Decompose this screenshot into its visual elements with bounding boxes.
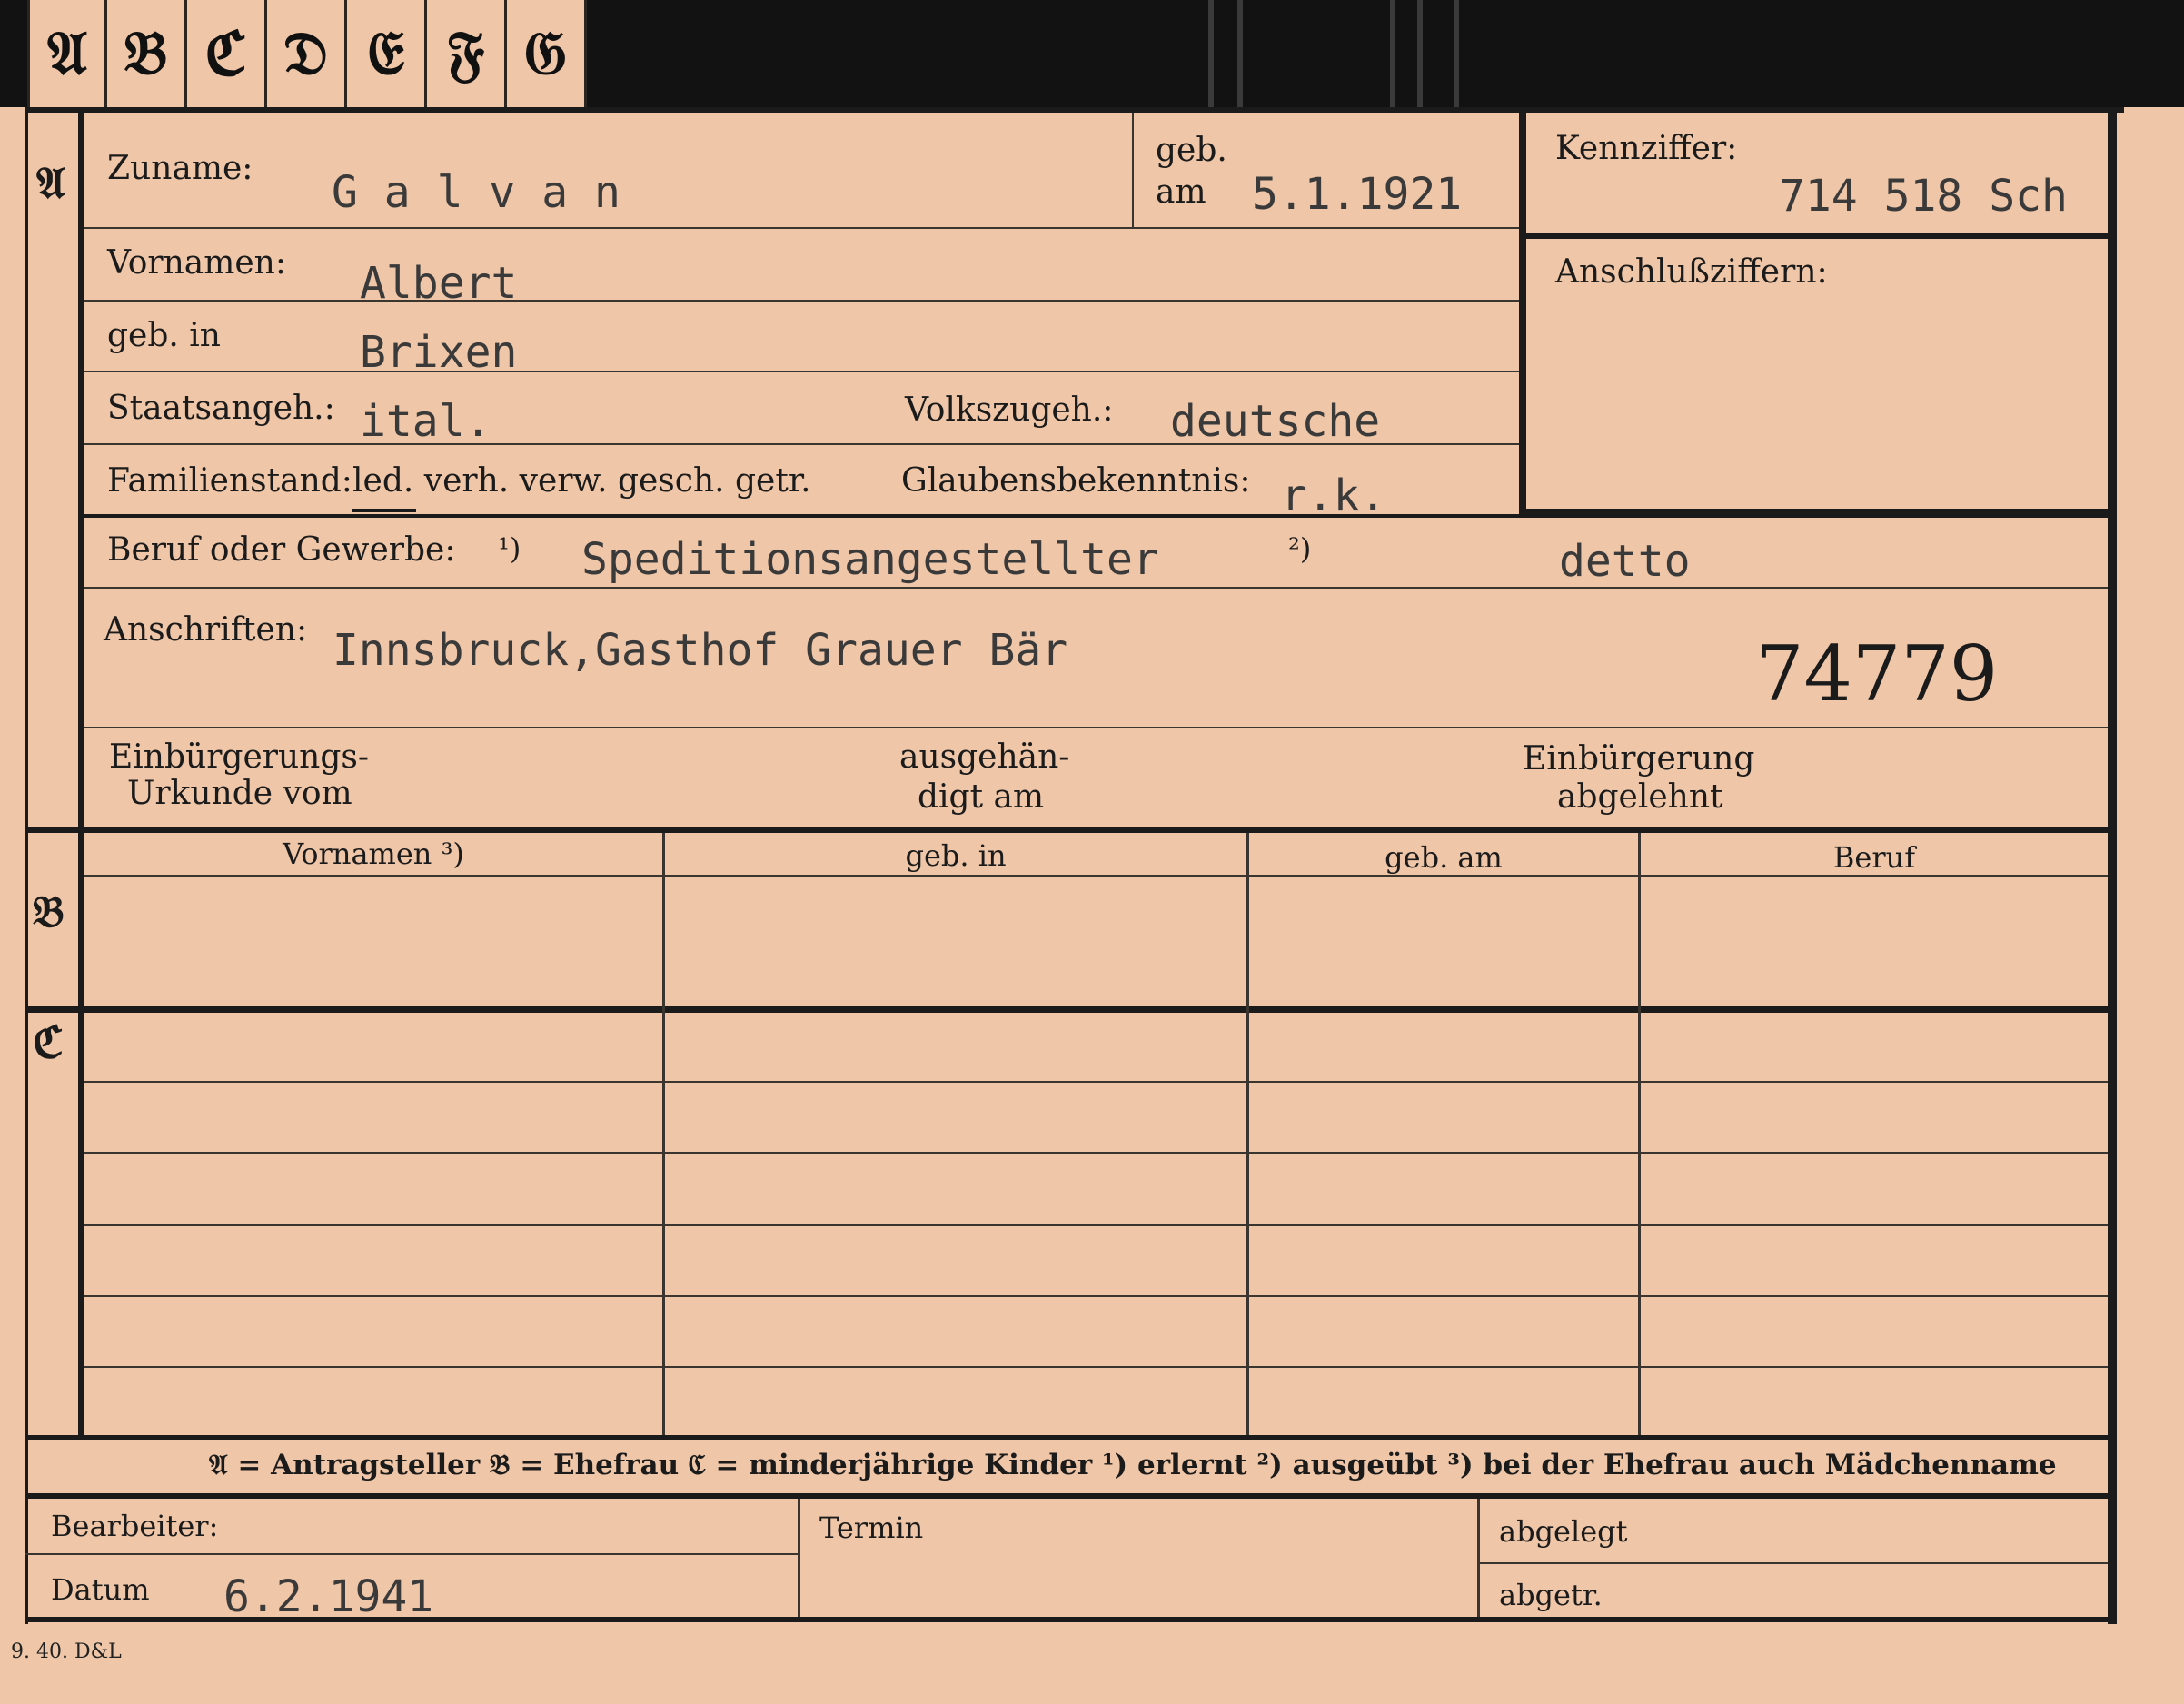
- ethnicity-value: deutsche: [1170, 396, 1381, 447]
- frame-top: [25, 107, 2124, 113]
- first-name-value: Albert: [360, 258, 518, 309]
- table-header-birthdate: geb. am: [1385, 840, 1503, 875]
- rejected-label-2: abgelehnt: [1557, 778, 1723, 816]
- birthplace-label: geb. in: [107, 317, 221, 354]
- tab-g[interactable]: 𝔊: [507, 0, 587, 107]
- naturalization-label-1: Einbürgerungs-: [109, 738, 370, 776]
- address-value: Innsbruck,Gasthof Grauer Bär: [333, 625, 1068, 676]
- frame-left: [25, 107, 28, 1624]
- tab-b[interactable]: 𝔅: [107, 0, 187, 107]
- tab-f[interactable]: 𝔉: [427, 0, 507, 107]
- address-label: Anschriften:: [104, 611, 308, 649]
- section-a-label: 𝔄: [36, 158, 65, 209]
- index-tabs: 𝔄 𝔅 ℭ 𝔇 𝔈 𝔉 𝔊: [27, 0, 587, 107]
- family-status-label: Familienstand:: [107, 462, 352, 500]
- birthplace-value: Brixen: [360, 327, 518, 378]
- date-value: 6.2.1941: [223, 1571, 434, 1622]
- profession-value-2: detto: [1559, 536, 1691, 587]
- born-label-2: am: [1156, 173, 1206, 211]
- frame-right: [2108, 107, 2117, 1624]
- id-box-border: [1519, 113, 1526, 518]
- rejected-label-1: Einbürgerung: [1523, 740, 1755, 778]
- id-value: 714 518 Sch: [1779, 171, 2068, 222]
- tab-a[interactable]: 𝔄: [27, 0, 107, 107]
- print-mark: 9. 40. D&L: [11, 1640, 122, 1663]
- tab-d[interactable]: 𝔇: [267, 0, 347, 107]
- filed-label: abgelegt: [1499, 1514, 1628, 1549]
- id-label: Kennziffer:: [1555, 130, 1738, 167]
- deadline-label: Termin: [819, 1511, 924, 1545]
- record-card: 𝔄 𝔅 ℭ 𝔇 𝔈 𝔉 𝔊 𝔄 Zuname: G a l v a n geb.…: [0, 0, 2184, 1704]
- tab-c[interactable]: ℭ: [187, 0, 267, 107]
- legend: 𝔄 = Antragsteller 𝔅 = Ehefrau ℭ = minder…: [209, 1449, 2057, 1481]
- family-status-options: led. verh. verw. gesch. getr.: [352, 462, 811, 500]
- religion-label: Glaubensbekenntnis:: [901, 462, 1251, 500]
- naturalization-label-2: Urkunde vom: [127, 775, 352, 812]
- citizenship-value: ital.: [360, 396, 491, 447]
- handed-label-1: ausgehän-: [899, 738, 1070, 776]
- handed-label-2: digt am: [918, 778, 1045, 816]
- profession-label: Beruf oder Gewerbe:: [107, 531, 456, 569]
- section-b-label: 𝔅: [33, 887, 65, 937]
- citizenship-label: Staatsangeh.:: [107, 390, 335, 427]
- profession-value: Speditionsangestellter: [581, 534, 1159, 585]
- surname-value: G a l v a n: [332, 167, 620, 218]
- ethnicity-label: Volkszugeh.:: [905, 391, 1114, 429]
- profession-note-1: ¹): [498, 531, 521, 566]
- profession-note-2: ²): [1288, 531, 1312, 566]
- surname-label: Zuname:: [107, 150, 253, 187]
- table-header-birthplace: geb. in: [905, 838, 1007, 873]
- born-value: 5.1.1921: [1252, 169, 1463, 220]
- section-c-label: ℭ: [33, 1017, 64, 1068]
- date-label: Datum: [51, 1572, 150, 1607]
- table-header-profession: Beruf: [1832, 840, 1916, 875]
- stamp-number: 74779: [1755, 629, 1999, 718]
- link-label: Anschlußziffern:: [1555, 253, 1828, 291]
- clerk-label: Bearbeiter:: [51, 1509, 219, 1543]
- table-header-first-names: Vornamen ³): [283, 837, 464, 871]
- religion-value: r.k.: [1281, 471, 1386, 521]
- first-name-label: Vornamen:: [107, 244, 286, 282]
- separated-label: abgetr.: [1499, 1578, 1603, 1612]
- family-status-underline: [352, 509, 416, 512]
- section-divider-vertical: [78, 113, 84, 1439]
- tab-e[interactable]: 𝔈: [347, 0, 427, 107]
- born-label-1: geb.: [1156, 132, 1227, 169]
